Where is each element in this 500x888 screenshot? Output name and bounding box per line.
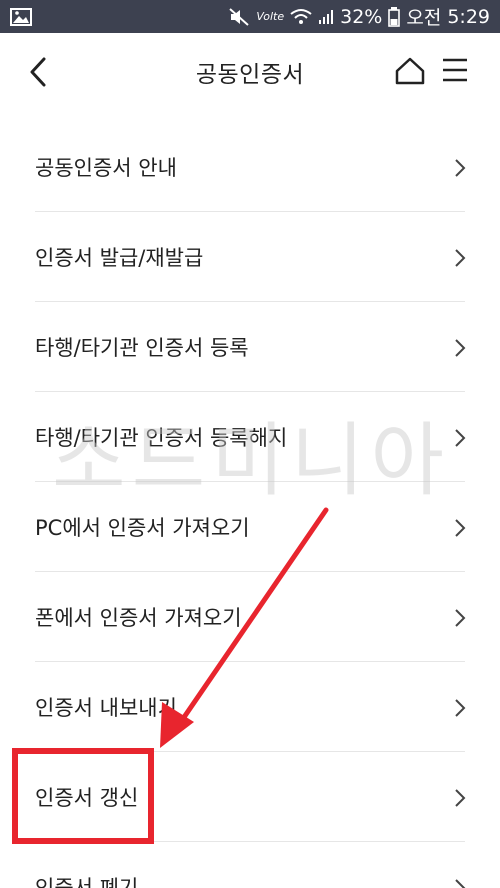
menu-item-unregister-other[interactable]: 타행/타기관 인증서 등록해지	[35, 392, 466, 482]
menu-item-label: 인증서 내보내기	[35, 695, 177, 720]
hamburger-menu-button[interactable]	[440, 55, 470, 85]
volte-label: Volte	[256, 10, 285, 23]
signal-icon	[318, 9, 334, 25]
menu-item-issue-reissue[interactable]: 인증서 발급/재발급	[35, 212, 466, 302]
time: 5:29	[447, 5, 490, 28]
battery-percent: 32%	[340, 5, 383, 28]
battery-icon	[388, 6, 401, 27]
chevron-right-icon	[455, 249, 466, 267]
menu-item-label: 인증서 갱신	[35, 785, 139, 810]
menu-item-label: 타행/타기관 인증서 등록해지	[35, 425, 288, 450]
menu-item-label: 공동인증서 안내	[35, 155, 177, 180]
chevron-right-icon	[455, 429, 466, 447]
menu-item-register-other[interactable]: 타행/타기관 인증서 등록	[35, 302, 466, 392]
certificate-menu-list: 공동인증서 안내 인증서 발급/재발급 타행/타기관 인증서 등록 타행/타기관…	[0, 122, 500, 888]
time-ampm: 오전	[406, 7, 442, 29]
menu-item-label: PC에서 인증서 가져오기	[35, 515, 250, 540]
menu-item-import-from-phone[interactable]: 폰에서 인증서 가져오기	[35, 572, 466, 662]
menu-item-renew[interactable]: 인증서 갱신	[35, 752, 466, 842]
hamburger-menu-icon	[443, 58, 467, 82]
chevron-right-icon	[455, 159, 466, 177]
chevron-right-icon	[455, 699, 466, 717]
home-button[interactable]	[394, 55, 426, 87]
wifi-icon	[290, 8, 312, 26]
chevron-right-icon	[455, 339, 466, 357]
menu-item-label: 폰에서 인증서 가져오기	[35, 605, 242, 630]
menu-item-import-from-pc[interactable]: PC에서 인증서 가져오기	[35, 482, 466, 572]
app-header: 공동인증서	[0, 33, 500, 111]
menu-item-revoke[interactable]: 인증서 폐기	[35, 842, 466, 888]
chevron-right-icon	[455, 789, 466, 807]
chevron-right-icon	[455, 879, 466, 888]
gallery-notification-icon	[10, 7, 32, 26]
menu-item-export[interactable]: 인증서 내보내기	[35, 662, 466, 752]
chevron-right-icon	[455, 519, 466, 537]
menu-item-label: 타행/타기관 인증서 등록	[35, 335, 249, 360]
menu-item-label: 인증서 발급/재발급	[35, 245, 204, 270]
chevron-right-icon	[455, 609, 466, 627]
menu-item-certificate-guide[interactable]: 공동인증서 안내	[35, 122, 466, 212]
mute-icon	[228, 7, 250, 27]
status-bar: Volte 32% 오전 5:29	[0, 0, 500, 33]
home-icon	[395, 57, 425, 85]
menu-item-label: 인증서 폐기	[35, 875, 139, 888]
